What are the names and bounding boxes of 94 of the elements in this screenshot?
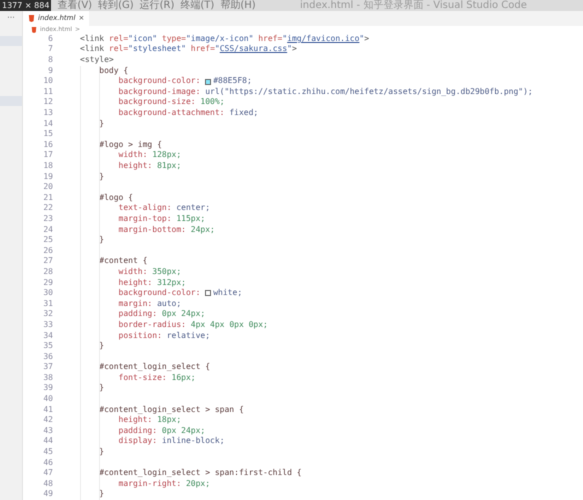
code-text: padding: 0px 24px; bbox=[118, 426, 206, 436]
line-number: 14 bbox=[42, 118, 53, 130]
code-text: body { bbox=[98, 66, 128, 76]
more-button[interactable]: ··· bbox=[0, 13, 22, 22]
line-number: 35 bbox=[42, 341, 53, 352]
code-text: #logo { bbox=[98, 192, 133, 204]
code-text: margin: auto; bbox=[118, 298, 182, 310]
line-number: 31 bbox=[42, 298, 53, 310]
line-number: 9 bbox=[47, 66, 53, 76]
code-text: <link rel="stylesheet" href="CSS/sakura.css"> bbox=[80, 44, 297, 56]
code-text: height: 312px; bbox=[118, 278, 186, 288]
line-number: 6 bbox=[47, 34, 53, 44]
code-text: } bbox=[98, 341, 104, 352]
line-number: 46 bbox=[42, 458, 53, 468]
code-text: #content_login_select { bbox=[98, 362, 210, 373]
menu-item[interactable]: 查看(V) bbox=[57, 0, 92, 11]
color-swatch-icon[interactable] bbox=[205, 78, 212, 85]
line-number: 19 bbox=[42, 172, 53, 182]
line-number: 29 bbox=[42, 278, 53, 288]
line-number: 44 bbox=[42, 436, 53, 448]
line-number: 30 bbox=[42, 288, 53, 299]
code-text: white; bbox=[213, 288, 242, 299]
line-number: 41 bbox=[42, 404, 53, 416]
line-number: 20 bbox=[42, 182, 53, 193]
code-text: } bbox=[98, 235, 104, 246]
line-number: 27 bbox=[42, 256, 53, 267]
code-text: } bbox=[98, 172, 104, 182]
line-number: 8 bbox=[47, 55, 53, 66]
line-number: 36 bbox=[42, 352, 53, 362]
line-number: 48 bbox=[42, 478, 53, 490]
line-number: 38 bbox=[42, 372, 53, 384]
window-title: index.html - 知乎登录界面 - Visual Studio Code bbox=[300, 0, 527, 11]
line-number: 49 bbox=[42, 489, 53, 500]
line-number: 7 bbox=[47, 44, 53, 56]
code-text: <style> bbox=[80, 55, 114, 66]
line-number: 34 bbox=[42, 330, 53, 342]
line-number: 17 bbox=[42, 150, 53, 161]
code-text: } bbox=[98, 489, 104, 500]
code-text: background-image: url("https://static.zhihu.com/heifetz/assets/sign_bg.db29b0fb.png"); bbox=[118, 86, 533, 98]
code-text: #content_login_select > span:first-child { bbox=[98, 468, 302, 479]
color-swatch-icon[interactable] bbox=[205, 290, 212, 296]
line-number: 45 bbox=[42, 447, 53, 458]
code-text: margin-right: 20px; bbox=[118, 478, 210, 490]
code-text: } bbox=[98, 118, 104, 130]
line-number: 10 bbox=[42, 76, 53, 87]
code-text: width: 350px; bbox=[118, 266, 182, 278]
code-text: background-color: bbox=[118, 288, 202, 299]
code-text: border-radius: 4px 4px 0px 0px; bbox=[118, 320, 268, 330]
code-text: #content_login_select > span { bbox=[98, 404, 244, 416]
line-number: 16 bbox=[42, 140, 53, 150]
line-number: 12 bbox=[42, 97, 53, 108]
code-text: margin-top: 115px; bbox=[118, 214, 206, 225]
line-number: 11 bbox=[42, 86, 53, 98]
code-text: padding: 0px 24px; bbox=[118, 309, 206, 320]
line-number: 23 bbox=[42, 214, 53, 225]
code-text: width: 128px; bbox=[118, 150, 182, 161]
code-text: } bbox=[98, 383, 104, 394]
code-text: <link rel="icon" type="image/x-icon" href="img/favicon.ico"> bbox=[80, 34, 370, 44]
line-number: 25 bbox=[42, 235, 53, 246]
code-text: background-attachment: fixed; bbox=[118, 108, 258, 119]
line-number: 18 bbox=[42, 161, 53, 172]
code-text: background-size: 100%; bbox=[118, 97, 225, 108]
line-number: 43 bbox=[42, 426, 53, 436]
code-text: margin-bottom: 24px; bbox=[118, 224, 215, 236]
line-number: 26 bbox=[42, 246, 53, 256]
line-number: 28 bbox=[42, 266, 53, 278]
menu-item[interactable]: 转到(G) bbox=[98, 0, 134, 11]
line-number: 42 bbox=[42, 415, 53, 426]
code-text: background-color: bbox=[118, 76, 202, 87]
code-text: #logo > img { bbox=[98, 140, 162, 150]
code-text: #88E5F8; bbox=[213, 76, 252, 87]
line-number: 13 bbox=[42, 108, 53, 119]
code-text: height: 18px; bbox=[118, 415, 182, 426]
menu-item[interactable]: 帮助(H) bbox=[220, 0, 256, 11]
line-number: 22 bbox=[42, 203, 53, 214]
line-number: 21 bbox=[42, 192, 53, 204]
code-text: text-align: center; bbox=[118, 203, 210, 214]
menu-item[interactable]: 运行(R) bbox=[140, 0, 174, 11]
line-number: 47 bbox=[42, 468, 53, 479]
code-text: height: 81px; bbox=[118, 161, 182, 172]
line-number: 24 bbox=[42, 224, 53, 236]
code-text: #content { bbox=[98, 256, 148, 267]
code-text: position: relative; bbox=[118, 330, 210, 342]
code-text: } bbox=[98, 447, 104, 458]
dimension-label: 1377 × 884 bbox=[0, 0, 52, 11]
line-number: 39 bbox=[42, 383, 53, 394]
line-number: 32 bbox=[42, 309, 53, 320]
code-text: display: inline-block; bbox=[118, 436, 225, 448]
menu-item[interactable]: 终端(T) bbox=[180, 0, 214, 11]
code-text: font-size: 16px; bbox=[118, 372, 196, 384]
line-number: 33 bbox=[42, 320, 53, 330]
line-number: 15 bbox=[42, 129, 53, 140]
line-number: 37 bbox=[42, 362, 53, 373]
line-number: 40 bbox=[42, 394, 53, 405]
